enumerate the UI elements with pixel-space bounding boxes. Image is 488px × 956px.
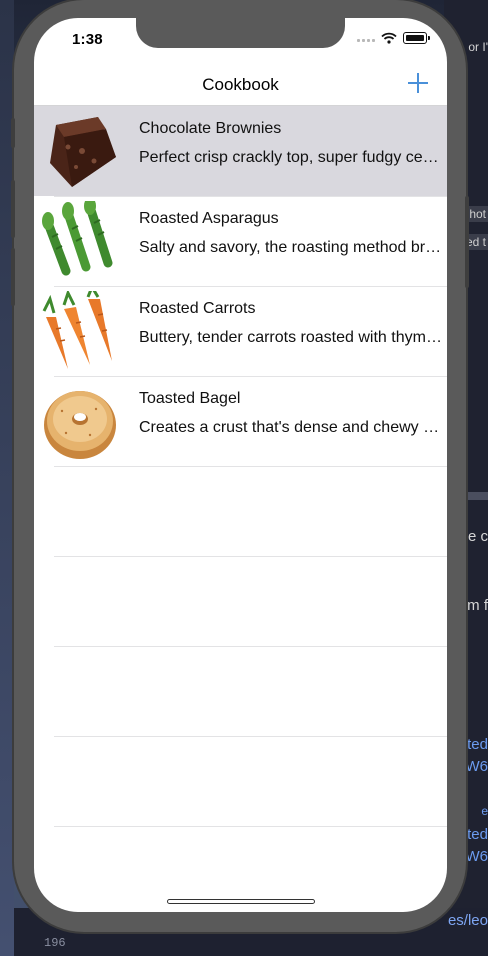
recipe-row[interactable]: Toasted Bagel Creates a crust that's den… [34,376,447,466]
recipe-title: Roasted Asparagus [139,210,279,227]
recipe-description: Salty and savory, the roasting method br… [139,239,443,256]
wifi-icon [381,32,397,44]
recipe-title: Roasted Carrots [139,300,256,317]
page-title: Cookbook [202,75,279,94]
recipe-title: Toasted Bagel [139,390,241,407]
background-link-snippet: rted [462,736,488,753]
row-separator [54,826,447,827]
device-notch [136,18,345,48]
background-link-snippet: e [481,804,488,818]
row-separator [54,736,447,737]
background-text-snippet: hot [467,206,488,222]
row-separator [54,646,447,647]
power-button [465,196,469,288]
status-time: 1:38 [72,31,103,48]
app-screen: 1:38 Cookbook Chocolate Brownies Perfect… [34,18,447,912]
navigation-bar: Cookbook [34,62,447,106]
row-separator [54,466,447,467]
recipe-row[interactable]: Roasted Asparagus Salty and savory, the … [34,196,447,286]
recipe-description: Buttery, tender carrots roasted with thy… [139,329,443,346]
volume-down-button [11,248,15,306]
cellular-signal-icon [357,34,375,42]
background-link-snippet: W6 [465,848,488,865]
recipe-list: Chocolate Brownies Perfect crisp crackly… [34,106,447,827]
recipe-title: Chocolate Brownies [139,120,282,137]
background-path-text: es/leo [447,912,488,929]
volume-up-button [11,180,15,238]
background-link-snippet: rted [462,826,488,843]
background-link-snippet: W6 [465,758,488,775]
background-line-number: 196 [44,936,66,950]
mute-switch [11,118,15,148]
asparagus-icon [42,201,113,276]
carrots-icon [42,291,112,369]
bagel-icon [44,391,116,459]
add-recipe-button[interactable] [405,70,431,96]
battery-icon [403,32,430,44]
status-icons [357,32,430,44]
background-text-snippet: or I' [468,40,488,54]
recipe-row[interactable]: Roasted Carrots Buttery, tender carrots … [34,286,447,376]
brownie-icon [50,117,116,187]
phone-frame: 1:38 Cookbook Chocolate Brownies Perfect… [11,0,469,932]
home-indicator[interactable] [167,899,315,904]
recipe-row[interactable]: Chocolate Brownies Perfect crisp crackly… [34,106,447,196]
background-text-snippet: m f [467,597,488,614]
row-separator [54,556,447,557]
recipe-description: Perfect crisp crackly top, super fudgy c… [139,149,443,166]
recipe-description: Creates a crust that's dense and chewy o… [139,419,443,436]
